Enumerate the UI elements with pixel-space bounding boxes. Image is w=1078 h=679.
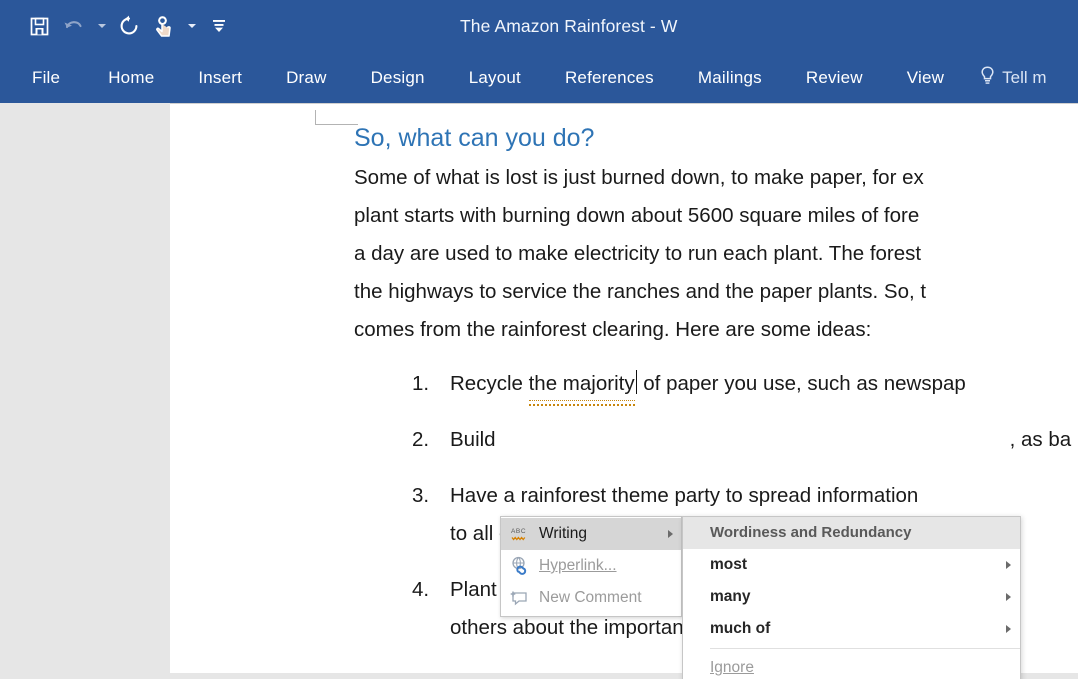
paragraph-line-1: Some of what is lost is just burned down… (354, 166, 924, 189)
paragraph-line-3: a day are used to make electricity to ru… (354, 242, 922, 265)
tab-view[interactable]: View (885, 52, 966, 103)
page-heading: So, what can you do? (354, 124, 595, 152)
list-item-number: 1. (412, 372, 430, 395)
submenu-header: Wordiness and Redundancy (683, 517, 1020, 549)
suggestion-label: most (710, 556, 748, 573)
suggestion-label: much of (710, 620, 771, 637)
undo-button[interactable] (56, 6, 90, 46)
list-item-text-line1: Have a rainforest theme party to spread … (450, 484, 919, 507)
touch-mode-dropdown-button[interactable] (180, 6, 202, 46)
list-item-text-pre: Recycle (450, 372, 529, 395)
quick-access-toolbar (22, 0, 236, 52)
touch-mouse-mode-button[interactable] (146, 6, 180, 46)
tab-file[interactable]: File (18, 52, 86, 103)
context-menu-label-text: Hyperlink... (539, 557, 617, 574)
list-item[interactable]: 1. Recycle the majority of paper you use… (354, 365, 1078, 406)
tab-layout[interactable]: Layout (447, 52, 543, 103)
top-margin-marker (315, 110, 358, 125)
document-canvas[interactable]: So, what can you do? Some of what is los… (0, 103, 1078, 679)
paragraph-line-4: the highways to service the ranches and … (354, 280, 927, 303)
context-menu-item-hyperlink[interactable]: Hyperlink... (501, 550, 681, 582)
save-button[interactable] (22, 6, 56, 46)
suggestion-label: many (710, 588, 751, 605)
suggestion-item-many[interactable]: many (683, 581, 1020, 613)
suggestion-item-most[interactable]: most (683, 549, 1020, 581)
list-item-number: 3. (412, 484, 430, 507)
redo-button[interactable] (112, 6, 146, 46)
tab-design[interactable]: Design (349, 52, 447, 103)
customize-quick-access-toolbar-button[interactable] (202, 6, 236, 46)
chevron-down-icon (97, 24, 106, 28)
list-item-number: 4. (412, 578, 430, 601)
ignore-label-text: Ignore (710, 659, 754, 676)
list-item-text-pre: Build (450, 428, 496, 451)
chevron-right-icon (668, 530, 673, 538)
context-menu-label: Hyperlink... (539, 557, 681, 575)
context-menu-item-writing[interactable]: ABC Writing (501, 518, 681, 550)
chevron-down-icon (187, 24, 196, 28)
tab-references[interactable]: References (543, 52, 676, 103)
tab-home[interactable]: Home (86, 52, 176, 103)
chevron-right-icon (1006, 561, 1011, 569)
word-application-window: The Amazon Rainforest - W File Home Inse… (0, 0, 1078, 679)
submenu-item-ignore[interactable]: Ignore (683, 652, 1020, 679)
tell-me-label: Tell m (1002, 67, 1047, 87)
context-menu[interactable]: ABC Writing Hyperlink... New Comment (500, 516, 682, 617)
save-icon (29, 16, 50, 37)
new-comment-icon (507, 587, 533, 609)
suggestion-item-much-of[interactable]: much of (683, 613, 1020, 645)
paragraph-line-2: plant starts with burning down about 560… (354, 204, 920, 227)
customize-quick-access-toolbar-icon (210, 18, 228, 34)
tab-insert[interactable]: Insert (176, 52, 264, 103)
text-cursor (635, 370, 637, 394)
writing-suggestions-submenu[interactable]: Wordiness and Redundancy most many much … (682, 516, 1021, 679)
paragraph-line-5: comes from the rainforest clearing. Here… (354, 318, 872, 341)
grammar-flagged-text[interactable]: the majority (528, 365, 635, 406)
tab-review[interactable]: Review (784, 52, 885, 103)
touch-mouse-mode-icon (153, 15, 173, 37)
submenu-separator (710, 648, 1020, 649)
svg-text:ABC: ABC (511, 528, 526, 535)
undo-dropdown-button[interactable] (90, 6, 112, 46)
ignore-label: Ignore (710, 659, 1020, 677)
hyperlink-icon (507, 555, 533, 577)
tab-draw[interactable]: Draw (264, 52, 348, 103)
list-item-text-tail: , as ba (1009, 428, 1072, 451)
spelling-abc-icon: ABC (507, 523, 533, 545)
context-menu-item-new-comment[interactable]: New Comment (501, 582, 681, 614)
chevron-right-icon (1006, 593, 1011, 601)
list-item-number: 2. (412, 428, 430, 451)
ribbon-tab-bar: File Home Insert Draw Design Layout Refe… (0, 52, 1078, 103)
context-menu-label: Writing (539, 525, 587, 542)
list-item-text-post: of paper you use, such as newspap (637, 372, 966, 395)
list-item[interactable]: 2. Build , as ba (354, 421, 1078, 459)
lightbulb-icon (980, 65, 995, 90)
context-menu-label: New Comment (539, 589, 642, 606)
redo-icon (118, 15, 140, 37)
tab-mailings[interactable]: Mailings (676, 52, 784, 103)
title-bar: The Amazon Rainforest - W (0, 0, 1078, 52)
chevron-right-icon (1006, 625, 1011, 633)
tell-me-search[interactable]: Tell m (966, 65, 1047, 90)
undo-icon (63, 17, 84, 36)
